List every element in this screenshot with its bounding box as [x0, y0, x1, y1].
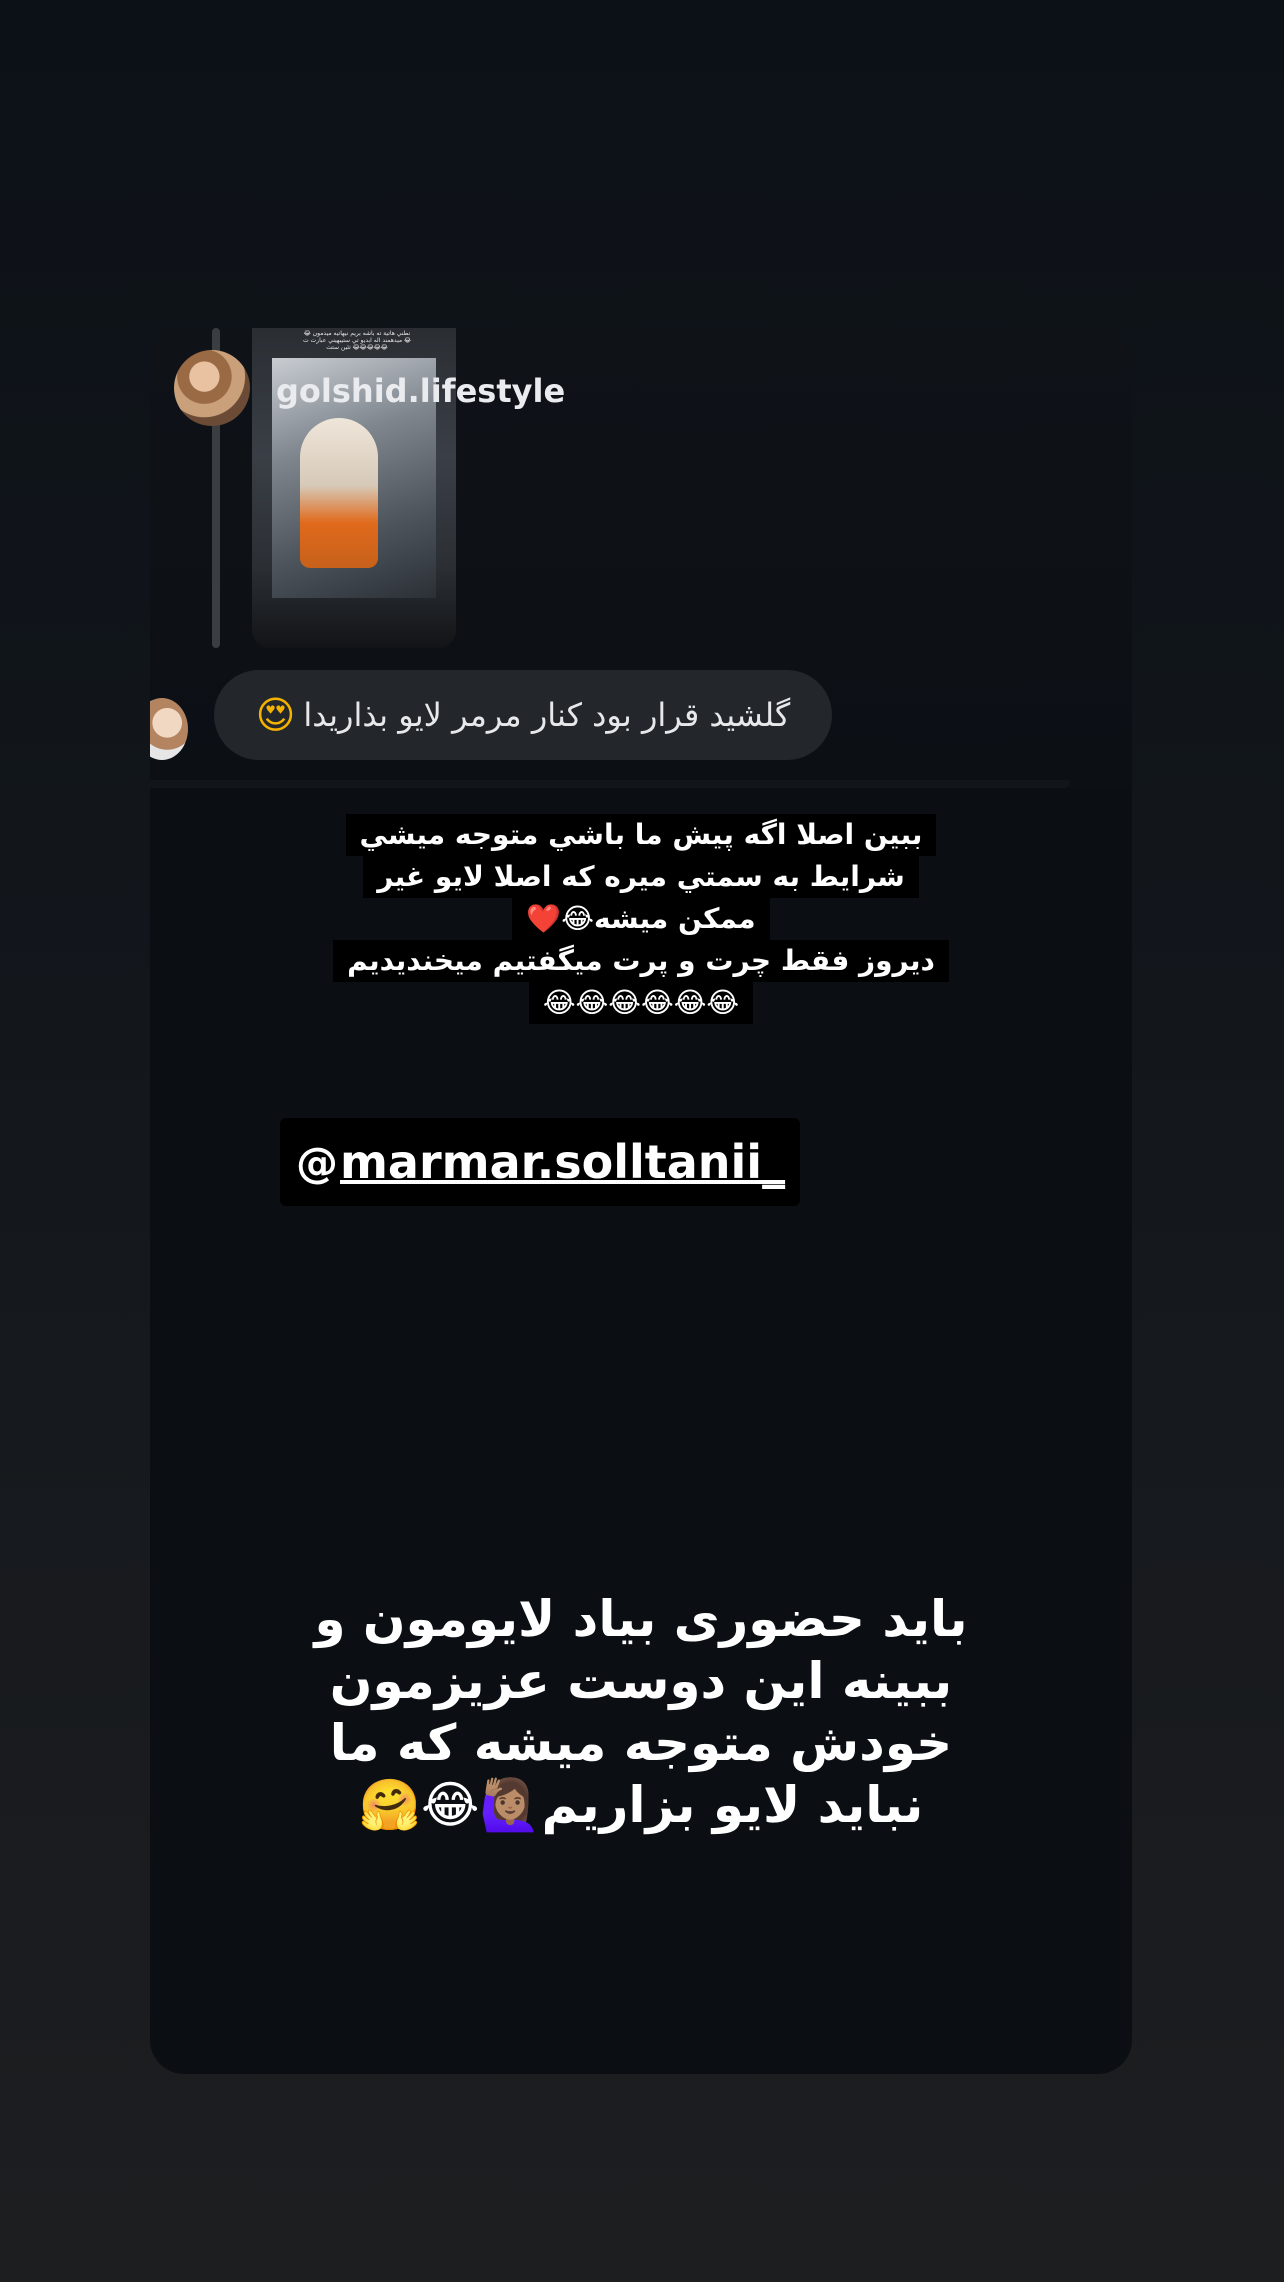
- caption-line: شرایط به سمتي میره که اصلا لایو غیر: [363, 856, 919, 898]
- bottom-caption: باید حضوری بیاد لایومون و ببینه این دوست…: [210, 1588, 1072, 1836]
- caption-line: دیروز فقط چرت و پرت میگفتیم میخندیدیم: [333, 940, 949, 982]
- comment-avatar[interactable]: [150, 698, 188, 760]
- bottom-caption-line: نباید لایو بزاریم🙋🏽‍♀️😂🤗: [358, 1776, 924, 1834]
- bottom-caption-line: باید حضوری بیاد لایومون و: [314, 1590, 968, 1648]
- heart-eyes-emoji-icon: 😍: [255, 693, 296, 737]
- section-divider: [150, 780, 1070, 788]
- mention-sticker[interactable]: @ marmar.solltanii_: [280, 1118, 800, 1206]
- thumbnail-person: [300, 418, 378, 568]
- story-caption: ببین اصلا اگه پیش ما باشي متوجه میشي شرا…: [150, 814, 1132, 1024]
- mention-handle[interactable]: marmar.solltanii_: [340, 1135, 785, 1189]
- caption-line: 😂😂😂😂😂😂: [528, 982, 754, 1024]
- bottom-caption-line: ببینه این دوست عزیزمون: [329, 1652, 953, 1710]
- username[interactable]: golshid.lifestyle: [276, 372, 565, 410]
- at-icon: @: [296, 1137, 338, 1187]
- comment-bubble: گلشید قرار بود کنار مرمر لایو بذاریدا 😍: [214, 670, 832, 760]
- caption-line: ممکن میشه😂❤️: [512, 898, 770, 940]
- profile-avatar[interactable]: [174, 350, 250, 426]
- thumbnail-caption: نطني هاتية ته باشه بريم نيهاتيه ميدمون 😂…: [302, 330, 412, 351]
- shared-reply-section: نطني هاتية ته باشه بريم نيهاتيه ميدمون 😂…: [150, 328, 1132, 788]
- comment-text: گلشید قرار بود کنار مرمر لایو بذاریدا: [303, 696, 791, 734]
- caption-line: ببین اصلا اگه پیش ما باشي متوجه میشي: [345, 814, 937, 856]
- story-card: نطني هاتية ته باشه بريم نيهاتيه ميدمون 😂…: [150, 328, 1132, 2074]
- bottom-caption-line: خودش متوجه میشه که ما: [329, 1714, 953, 1772]
